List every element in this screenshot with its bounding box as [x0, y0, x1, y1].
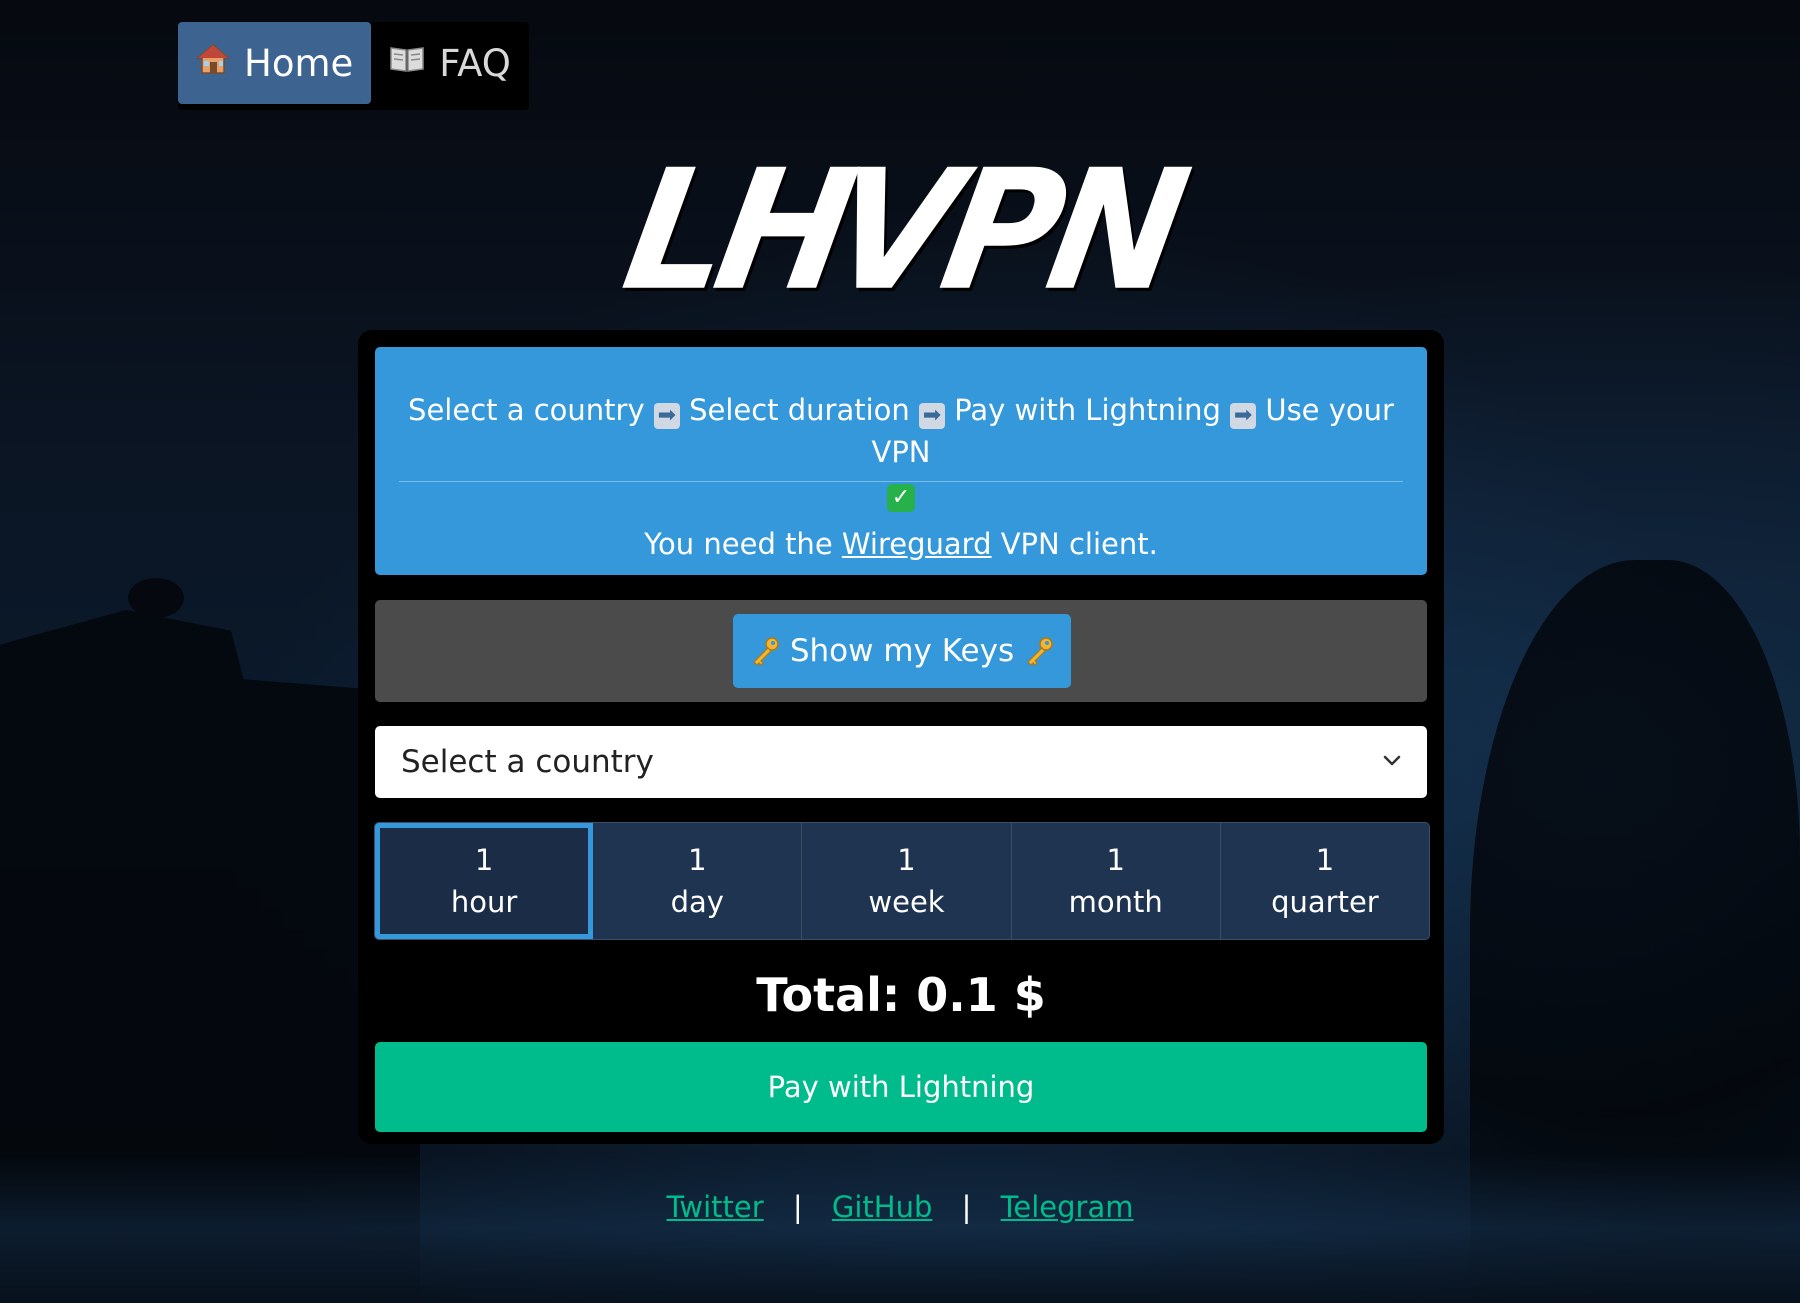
nav-home[interactable]: Home — [178, 22, 372, 104]
key-icon — [1027, 637, 1053, 666]
book-icon — [389, 44, 425, 82]
background-satellite-dish — [128, 578, 184, 618]
twitter-link[interactable]: Twitter — [666, 1190, 763, 1224]
main-card: Select a country ➡ Select duration ➡ Pay… — [358, 330, 1444, 1144]
lnvpn-logo: LH VPN — [612, 134, 1191, 327]
footer-separator: | — [961, 1190, 972, 1224]
wireguard-suffix: VPN client. — [1000, 527, 1158, 561]
duration-amount: 1 — [897, 843, 916, 877]
show-keys-label: Show my Keys — [789, 633, 1015, 669]
duration-amount: 1 — [688, 843, 707, 877]
footer-links: Twitter | GitHub | Telegram — [0, 1190, 1800, 1224]
duration-unit: week — [868, 885, 945, 919]
duration-option-week[interactable]: 1 week — [802, 823, 1012, 939]
duration-amount: 1 — [1106, 843, 1125, 877]
telegram-link[interactable]: Telegram — [1001, 1190, 1134, 1224]
keys-panel: Show my Keys — [375, 600, 1427, 702]
steps-text: Select a country ➡ Select duration ➡ Pay… — [375, 389, 1427, 515]
chevron-down-icon — [1383, 755, 1401, 766]
right-arrow-icon: ➡ — [653, 403, 680, 429]
pay-with-lightning-button[interactable]: Pay with Lightning — [375, 1042, 1427, 1132]
step-pay: Pay with Lightning — [954, 393, 1221, 427]
duration-option-hour[interactable]: 1 hour — [375, 823, 594, 939]
right-arrow-icon: ➡ — [1230, 403, 1257, 429]
key-icon — [753, 637, 779, 666]
duration-unit: quarter — [1271, 885, 1379, 919]
background-rooftop — [0, 1153, 1800, 1303]
duration-amount: 1 — [474, 843, 494, 877]
nav-faq-label: FAQ — [439, 41, 511, 85]
logo-text-right: VPN — [817, 134, 1192, 328]
wireguard-notice: You need the Wireguard VPN client. — [375, 527, 1427, 561]
duration-option-quarter[interactable]: 1 quarter — [1220, 823, 1429, 939]
duration-unit: hour — [450, 885, 518, 919]
duration-option-month[interactable]: 1 month — [1011, 823, 1221, 939]
house-icon — [195, 42, 231, 84]
top-nav: Home FAQ — [178, 22, 529, 110]
github-link[interactable]: GitHub — [832, 1190, 933, 1224]
footer-separator: | — [792, 1190, 803, 1224]
info-divider — [399, 481, 1403, 482]
wireguard-prefix: You need the — [644, 527, 833, 561]
country-select[interactable]: Select a country — [375, 726, 1427, 798]
duration-unit: day — [670, 885, 724, 919]
duration-unit: month — [1068, 885, 1163, 919]
check-mark-icon: ✓ — [887, 484, 915, 512]
duration-option-day[interactable]: 1 day — [593, 823, 803, 939]
nav-home-label: Home — [244, 41, 354, 85]
country-select-value: Select a country — [401, 744, 654, 780]
step-select-country: Select a country — [408, 393, 645, 427]
right-arrow-icon: ➡ — [919, 403, 945, 429]
duration-amount: 1 — [1315, 843, 1335, 877]
show-keys-button[interactable]: Show my Keys — [733, 614, 1071, 688]
duration-selector: 1 hour 1 day 1 week 1 month 1 quarter — [374, 822, 1430, 940]
step-select-duration: Select duration — [689, 393, 910, 427]
info-alert: Select a country ➡ Select duration ➡ Pay… — [375, 347, 1427, 575]
total-price: Total: 0.1 $ — [756, 968, 1046, 1022]
nav-faq[interactable]: FAQ — [371, 22, 529, 104]
pay-button-label: Pay with Lightning — [767, 1070, 1035, 1104]
wireguard-link[interactable]: Wireguard — [842, 527, 992, 561]
